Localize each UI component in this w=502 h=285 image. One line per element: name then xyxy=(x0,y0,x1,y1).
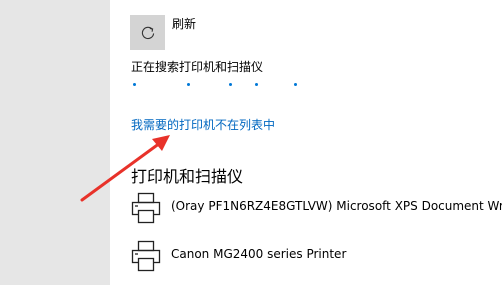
refresh-button[interactable] xyxy=(130,15,165,50)
progress-dot xyxy=(229,83,232,86)
refresh-icon xyxy=(139,24,157,42)
printer-name: Canon MG2400 series Printer xyxy=(171,247,347,261)
progress-dot xyxy=(133,83,136,86)
printer-not-listed-link[interactable]: 我需要的打印机不在列表中 xyxy=(131,117,275,133)
printer-icon xyxy=(131,192,161,224)
progress-dot xyxy=(294,83,297,86)
printer-list-item[interactable]: (Oray PF1N6RZ4E8GTLVW) Microsoft XPS Doc… xyxy=(131,192,502,224)
section-title: 打印机和扫描仪 xyxy=(131,167,244,186)
progress-dot xyxy=(255,83,258,86)
searching-status-text: 正在搜索打印机和扫描仪 xyxy=(131,60,264,74)
printer-icon xyxy=(131,240,161,272)
refresh-label[interactable]: 刷新 xyxy=(172,16,196,32)
printer-list-item[interactable]: Canon MG2400 series Printer xyxy=(131,240,501,272)
left-gray-panel xyxy=(0,0,110,285)
printer-name: (Oray PF1N6RZ4E8GTLVW) Microsoft XPS Doc… xyxy=(171,199,502,213)
progress-dot xyxy=(187,83,190,86)
